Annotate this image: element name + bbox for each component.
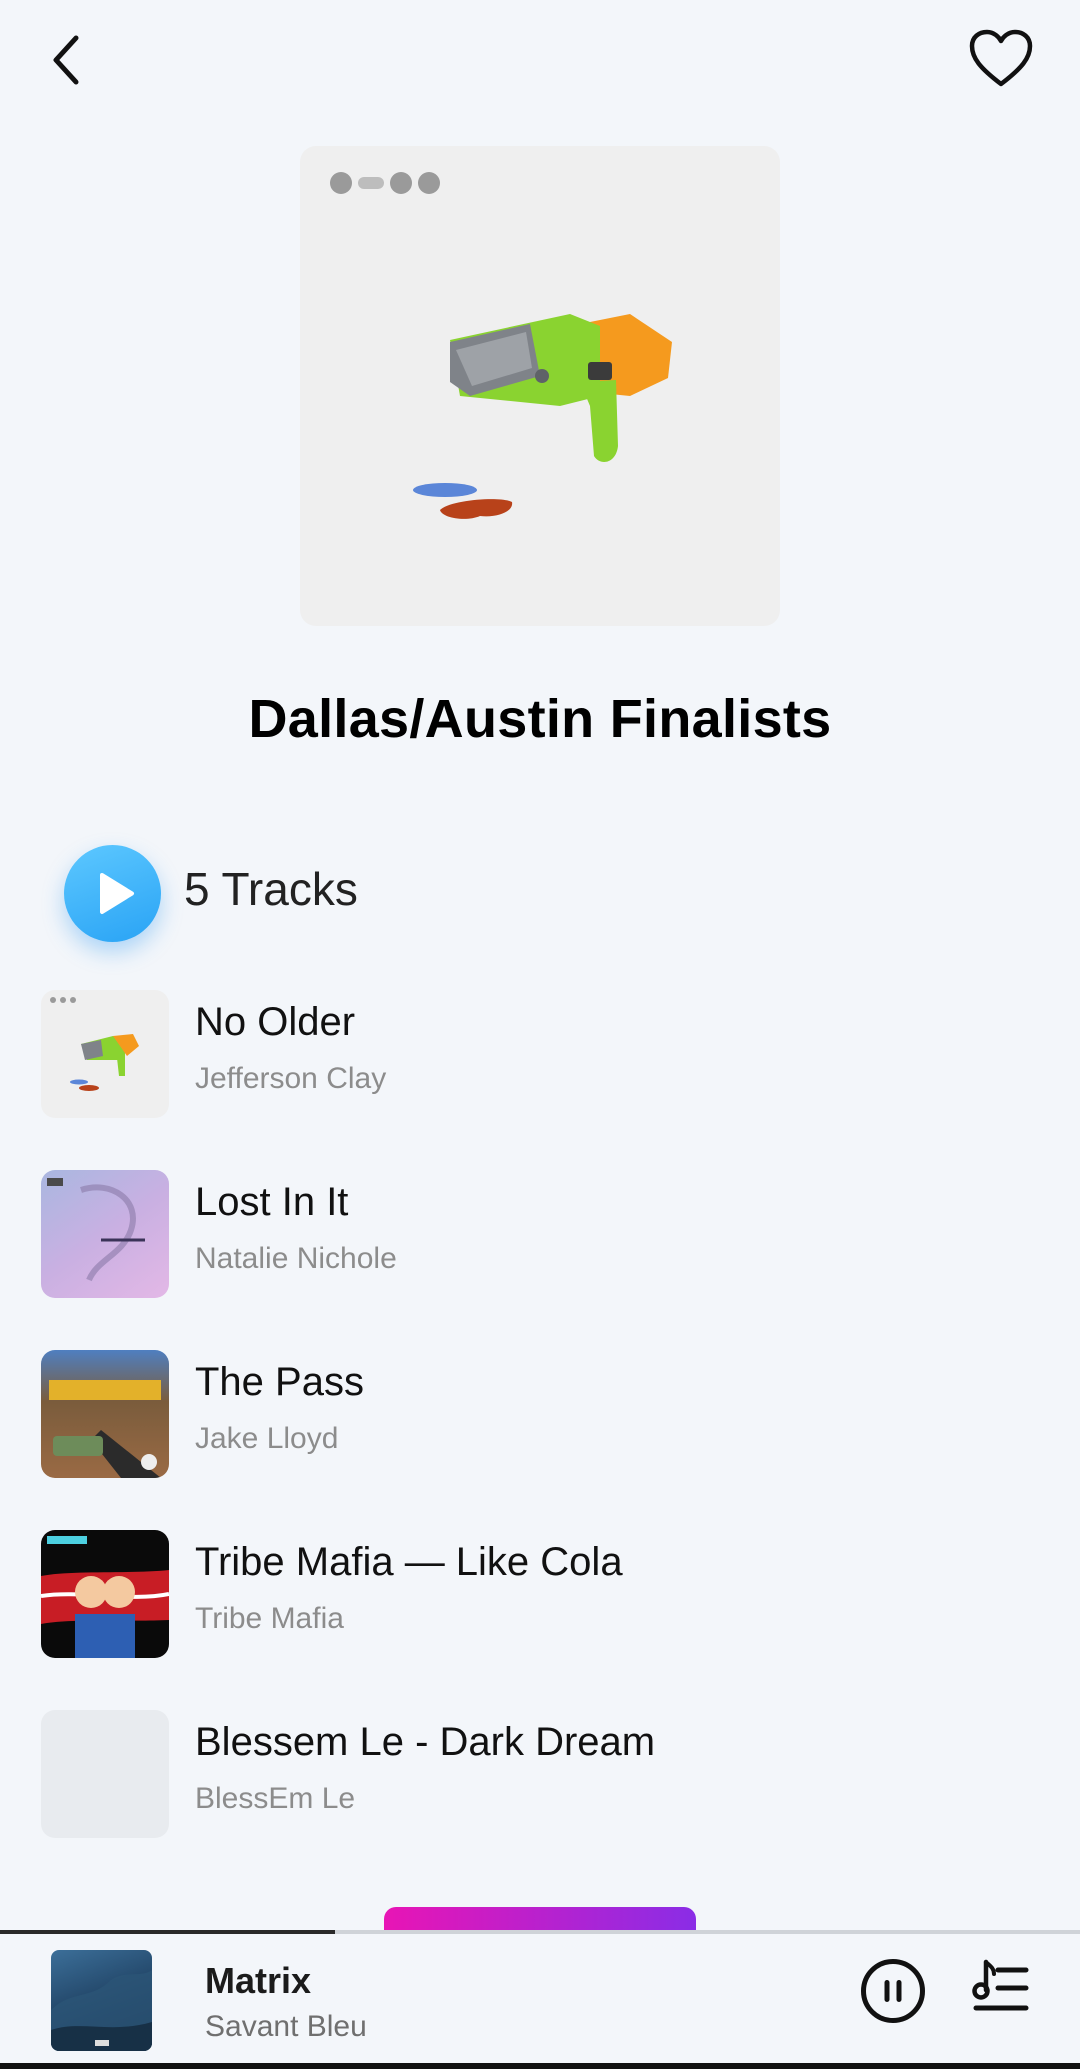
track-artwork-placeholder: [41, 1710, 169, 1838]
pause-button[interactable]: [860, 1958, 926, 2024]
track-artist: Jefferson Clay: [195, 1062, 387, 1095]
heart-outline-icon: [969, 29, 1033, 87]
track-title: Lost In It: [195, 1180, 349, 1224]
track-artist: Tribe Mafia: [195, 1602, 344, 1635]
pause-icon: [861, 1959, 925, 2023]
now-playing-artwork: [51, 1950, 152, 2051]
track-artwork: [41, 1530, 169, 1658]
track-title: The Pass: [195, 1360, 364, 1404]
playlist-title: Dallas/Austin Finalists: [248, 689, 832, 749]
play-icon: [100, 873, 134, 914]
floating-action-pill[interactable]: [384, 1907, 696, 1931]
playlist-cover-art: [300, 146, 780, 626]
music-queue-icon: [972, 1959, 1029, 2011]
track-count: 5 Tracks: [184, 863, 358, 915]
now-playing-artist: Savant Bleu: [205, 2010, 367, 2043]
system-home-bar: [0, 2063, 1080, 2069]
queue-button[interactable]: [970, 1958, 1032, 2020]
track-row[interactable]: Lost In It Natalie Nichole: [41, 1170, 1041, 1298]
track-row[interactable]: Blessem Le - Dark Dream BlessEm Le: [41, 1710, 1041, 1838]
track-artist: Natalie Nichole: [195, 1242, 397, 1275]
track-artwork: [41, 1170, 169, 1298]
track-row[interactable]: No Older Jefferson Clay: [41, 990, 1041, 1118]
track-row[interactable]: Tribe Mafia — Like Cola Tribe Mafia: [41, 1530, 1041, 1658]
track-title: No Older: [195, 1000, 356, 1044]
playback-progress-bar[interactable]: [0, 1930, 1080, 1934]
track-title: Tribe Mafia — Like Cola: [195, 1540, 623, 1584]
water-gun-illustration: [413, 314, 672, 519]
favorite-button[interactable]: [968, 28, 1034, 92]
back-button[interactable]: [40, 30, 100, 90]
track-artist: Jake Lloyd: [195, 1422, 339, 1455]
playback-progress-fill: [0, 1930, 335, 1934]
mini-player[interactable]: Matrix Savant Bleu: [0, 1930, 1080, 2069]
track-artist: BlessEm Le: [195, 1782, 356, 1815]
track-row[interactable]: The Pass Jake Lloyd: [41, 1350, 1041, 1478]
track-artwork: [41, 990, 169, 1118]
track-title: Blessem Le - Dark Dream: [195, 1720, 656, 1764]
track-artwork: [41, 1350, 169, 1478]
play-all-button[interactable]: [64, 845, 161, 942]
chevron-left-icon: [53, 35, 79, 85]
now-playing-title: Matrix: [205, 1960, 312, 2001]
